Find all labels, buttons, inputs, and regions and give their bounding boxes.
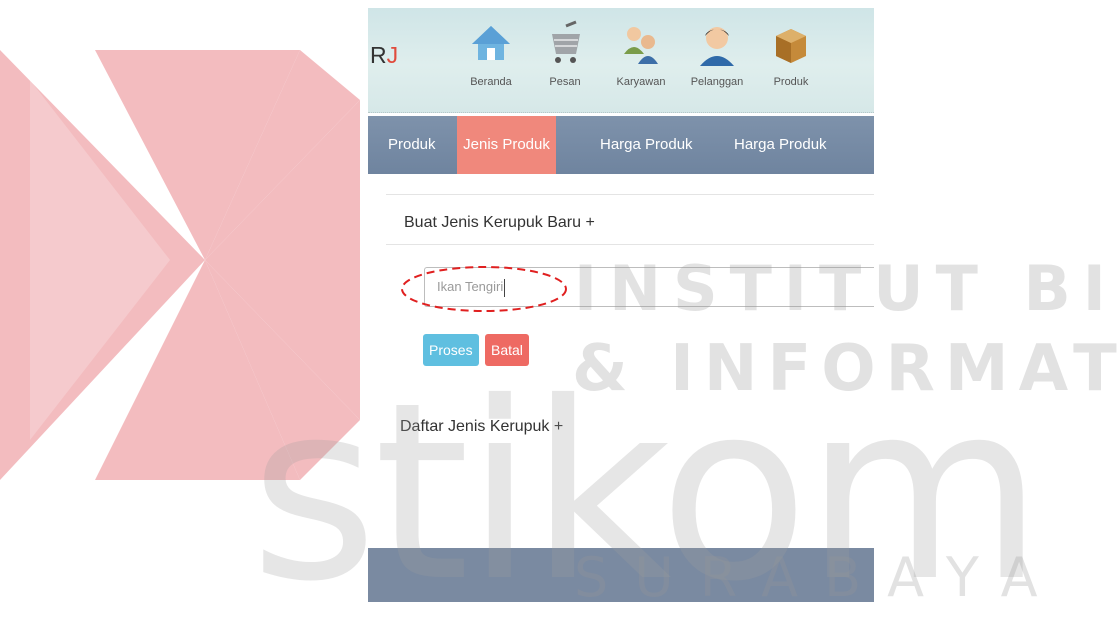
nav-label-produk: Produk: [773, 76, 809, 88]
tab-harga-produk-2[interactable]: Harga Produk: [728, 116, 833, 174]
tab-harga-produk[interactable]: Harga Produk: [594, 116, 699, 174]
tab-jenis-produk[interactable]: Jenis Produk: [457, 116, 556, 174]
brand-text: RJ: [370, 42, 399, 68]
home-icon: [472, 26, 510, 60]
box-icon: [776, 29, 806, 63]
divider: [386, 244, 874, 245]
highlight-annotation: [401, 266, 567, 312]
employees-icon: [624, 27, 658, 64]
nav-label-pelanggan: Pelanggan: [690, 76, 744, 88]
brand-accent: J: [386, 42, 399, 68]
main-content: Buat Jenis Kerupuk Baru + Ikan Tengiri P…: [368, 174, 874, 548]
nav-label-karyawan: Karyawan: [616, 76, 666, 88]
nav-karyawan[interactable]: Karyawan: [606, 20, 676, 88]
brand-logo[interactable]: RJ: [370, 42, 398, 69]
footer-bar: [368, 548, 874, 602]
divider: [386, 194, 874, 195]
nav-produk[interactable]: Produk: [756, 20, 826, 88]
top-navbar: RJ Beranda Pesan Karyawan Pelanggan Prod…: [368, 8, 874, 113]
nav-beranda[interactable]: Beranda: [456, 20, 526, 88]
batal-button[interactable]: Batal: [485, 334, 529, 366]
nav-pelanggan[interactable]: Pelanggan: [682, 20, 752, 88]
nav-label-pesan: Pesan: [549, 76, 581, 88]
stikom-logo-watermark: [0, 50, 360, 480]
nav-pesan[interactable]: Pesan: [530, 20, 600, 88]
tab-produk[interactable]: Produk: [382, 116, 442, 174]
list-title[interactable]: Daftar Jenis Kerupuk +: [400, 418, 563, 436]
nav-label-beranda: Beranda: [470, 76, 512, 88]
customer-icon: [700, 27, 734, 66]
proses-button[interactable]: Proses: [423, 334, 479, 366]
app-window: RJ Beranda Pesan Karyawan Pelanggan Prod…: [368, 8, 874, 602]
form-title[interactable]: Buat Jenis Kerupuk Baru +: [404, 214, 595, 232]
tab-bar: Produk Jenis Produk Harga Produk Harga P…: [368, 116, 874, 174]
cart-icon: [552, 20, 580, 63]
